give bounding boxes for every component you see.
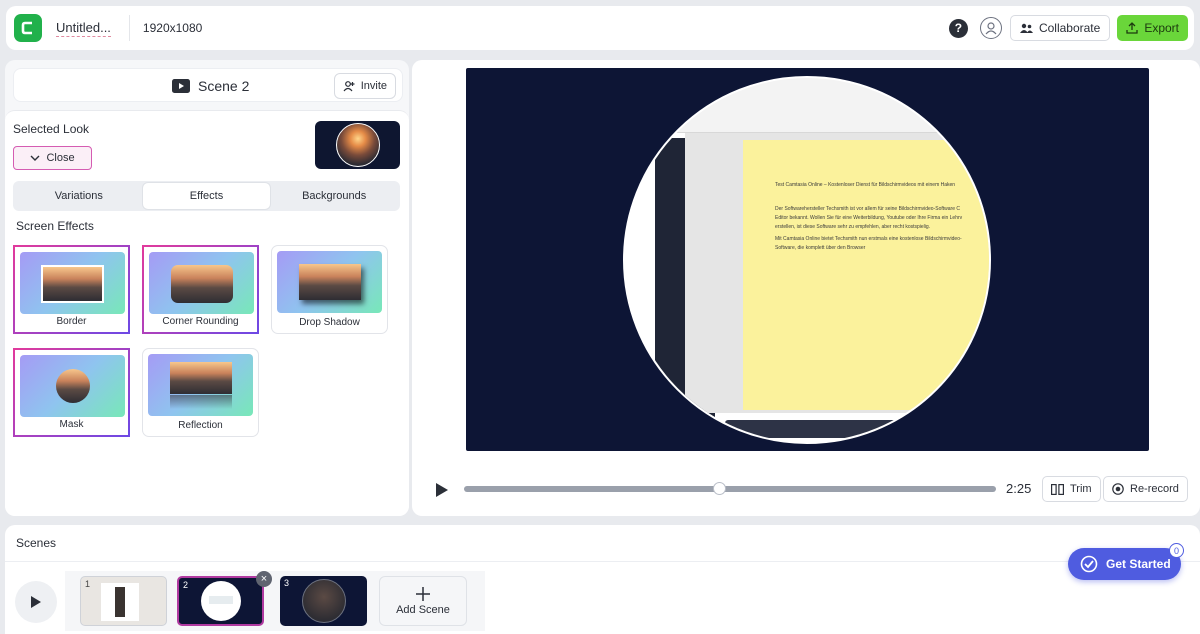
collaborate-label: Collaborate — [1038, 21, 1101, 35]
get-started-label: Get Started — [1106, 557, 1171, 571]
trim-icon — [1051, 483, 1064, 495]
upload-icon — [1126, 22, 1138, 34]
thumb-image — [115, 587, 125, 617]
scenes-heading: Scenes — [16, 536, 57, 550]
rerecord-label: Re-record — [1130, 483, 1179, 495]
look-panel: Selected Look Close Variations Effects B… — [5, 110, 409, 516]
effect-preview — [20, 355, 125, 417]
help-icon[interactable]: ? — [948, 18, 968, 38]
record-icon — [1112, 483, 1124, 495]
left-panel: Scene 2 Invite Selected Look Close Varia… — [5, 60, 409, 516]
look-tabs: Variations Effects Backgrounds — [13, 181, 400, 211]
effect-label: Mask — [59, 419, 84, 430]
player-controls: 2:25 Trim Re-record — [432, 476, 1192, 502]
remove-scene-icon[interactable]: × — [256, 571, 272, 587]
document-page — [743, 140, 989, 410]
doc-line: erstellen, ist diese Software sehr zu em… — [775, 224, 931, 230]
rounded-sample-image — [171, 265, 233, 303]
scene-thumbnail-2[interactable]: 2 — [177, 576, 264, 626]
video-icon — [172, 79, 190, 93]
tab-variations[interactable]: Variations — [15, 183, 143, 209]
tab-effects[interactable]: Effects — [142, 183, 271, 209]
duration-label: 2:25 — [1006, 481, 1032, 496]
screen-effects-heading: Screen Effects — [16, 219, 94, 233]
reflection-sample-image — [170, 362, 232, 394]
reflection-shadow — [170, 395, 232, 409]
add-scene-button[interactable]: Add Scene — [379, 576, 467, 626]
effect-preview — [277, 251, 382, 313]
thumb-image — [209, 596, 233, 604]
resolution-label: 1920x1080 — [142, 21, 203, 35]
effect-card-mask[interactable]: Mask — [13, 348, 130, 437]
word-ribbon — [625, 78, 989, 133]
effect-label: Drop Shadow — [299, 317, 360, 328]
masked-recording: Test Camtasia Online – Kostenloser Diens… — [623, 76, 991, 444]
selected-look-heading: Selected Look — [13, 122, 90, 136]
play-icon[interactable] — [432, 480, 452, 500]
play-all-button[interactable] — [15, 581, 57, 623]
scene-number: 2 — [183, 580, 189, 590]
people-icon — [1019, 23, 1033, 33]
camtasia-logo-icon[interactable] — [14, 14, 42, 42]
scrubber-handle[interactable] — [713, 482, 727, 495]
top-bar: Untitled... 1920x1080 ? Collaborate Expo… — [6, 6, 1194, 50]
add-scene-label: Add Scene — [396, 604, 450, 616]
play-icon — [31, 596, 41, 608]
rerecord-button[interactable]: Re-record — [1103, 476, 1188, 502]
timeline-scrubber[interactable] — [464, 482, 996, 495]
scene-thumbnail-1[interactable]: 1 — [80, 576, 167, 626]
selected-look-thumbnail[interactable] — [315, 121, 400, 169]
check-circle-icon — [1080, 555, 1098, 573]
divider — [128, 15, 130, 41]
scenes-bar: Scenes 1 2 × 3 Add Scene — [5, 525, 1200, 634]
doc-line: Software, die komplett über den Browser — [775, 245, 866, 251]
project-title[interactable]: Untitled... — [56, 20, 111, 37]
thumb-image — [302, 579, 346, 623]
scene-title: Scene 2 — [172, 78, 249, 94]
effect-card-drop-shadow[interactable]: Drop Shadow — [271, 245, 388, 334]
export-label: Export — [1144, 21, 1179, 35]
scene-number: 3 — [284, 578, 290, 588]
invite-button[interactable]: Invite — [333, 73, 396, 99]
effect-label: Border — [56, 316, 87, 327]
scene-number: 1 — [85, 579, 91, 589]
preview-area: Test Camtasia Online – Kostenloser Diens… — [412, 60, 1200, 516]
doc-line: Test Camtasia Online – Kostenloser Diens… — [775, 182, 956, 188]
mask-sample-image — [56, 369, 90, 403]
close-label: Close — [46, 152, 75, 164]
look-preview-image — [335, 123, 380, 167]
video-canvas[interactable]: Test Camtasia Online – Kostenloser Diens… — [466, 68, 1149, 451]
add-person-icon — [343, 81, 355, 92]
notification-badge: 0 — [1169, 543, 1184, 558]
doc-line: Editor bekannt. Wollen Sie für eine Weit… — [775, 215, 963, 221]
trim-button[interactable]: Trim — [1042, 476, 1101, 502]
chevron-down-icon — [30, 155, 40, 161]
effect-label: Reflection — [178, 420, 223, 431]
app-dock — [725, 420, 925, 438]
effect-label: Corner Rounding — [162, 316, 239, 327]
effect-preview — [149, 252, 254, 314]
effect-card-border[interactable]: Border — [13, 245, 130, 334]
effect-preview — [148, 354, 253, 416]
collaborate-button[interactable]: Collaborate — [1009, 15, 1111, 41]
doc-line: Mit Camtasia Online bietet Techsmith nun… — [775, 236, 962, 242]
get-started-button[interactable]: Get Started — [1068, 548, 1181, 580]
effect-card-corner-rounding[interactable]: Corner Rounding — [142, 245, 259, 334]
invite-label: Invite — [360, 80, 387, 92]
effect-card-reflection[interactable]: Reflection — [142, 348, 259, 437]
scene-thumbnail-3[interactable]: 3 — [280, 576, 367, 626]
scene-title-text: Scene 2 — [198, 78, 250, 94]
plus-icon — [416, 587, 430, 601]
shadow-sample-image — [299, 264, 361, 300]
scene-header: Scene 2 Invite — [13, 68, 403, 102]
close-button[interactable]: Close — [13, 146, 92, 170]
user-avatar-icon[interactable] — [979, 17, 1002, 39]
trim-label: Trim — [1070, 483, 1092, 495]
border-sample-image — [41, 265, 104, 303]
divider — [5, 561, 1200, 562]
export-button[interactable]: Export — [1117, 15, 1188, 41]
doc-line: Der Softwarehersteller Techsmith ist vor… — [775, 206, 960, 212]
effect-preview — [20, 252, 125, 314]
tab-backgrounds[interactable]: Backgrounds — [270, 183, 398, 209]
